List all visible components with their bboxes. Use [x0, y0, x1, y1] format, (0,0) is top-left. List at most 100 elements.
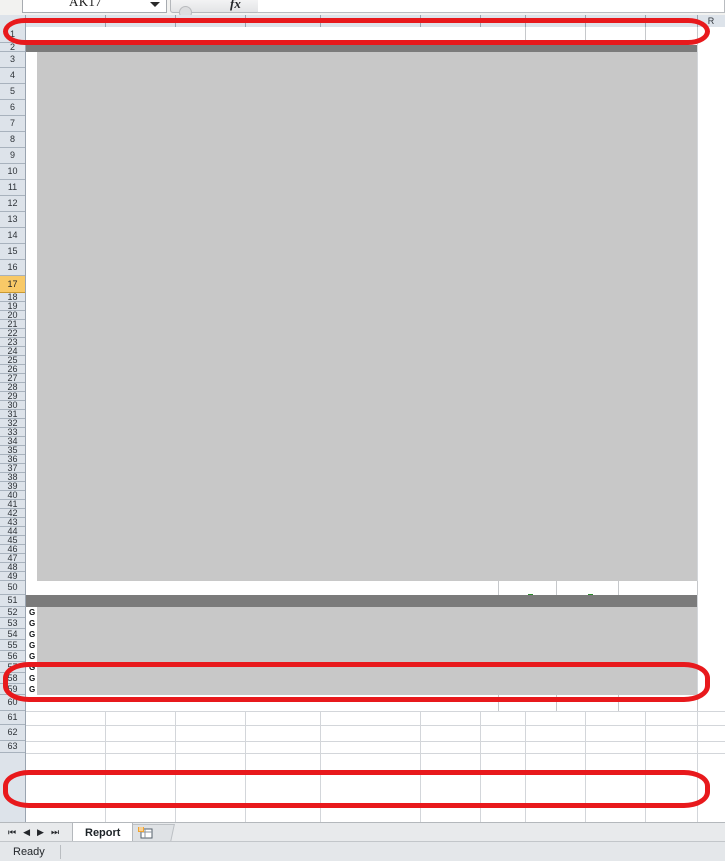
- row-header[interactable]: 32: [0, 419, 25, 428]
- insert-function-icon[interactable]: fx: [230, 0, 241, 12]
- column-header[interactable]: [480, 15, 525, 27]
- row-header[interactable]: 16: [0, 260, 25, 276]
- marker-cell[interactable]: G: [29, 630, 35, 639]
- marker-cell[interactable]: G: [29, 641, 35, 650]
- row-header[interactable]: 27: [0, 374, 25, 383]
- report-row-50-band[interactable]: [26, 581, 697, 595]
- select-all-corner[interactable]: [0, 15, 26, 27]
- name-box[interactable]: AK17: [22, 0, 167, 13]
- column-header[interactable]: [420, 15, 480, 27]
- row-header[interactable]: 9: [0, 148, 25, 164]
- row-header[interactable]: 31: [0, 410, 25, 419]
- row-header[interactable]: 2: [0, 43, 25, 52]
- nav-first-icon[interactable]: ⏮: [8, 828, 16, 837]
- row-header[interactable]: 18: [0, 293, 25, 302]
- row-header[interactable]: 3: [0, 52, 25, 68]
- row-header[interactable]: 22: [0, 329, 25, 338]
- row-header[interactable]: 60: [0, 695, 25, 711]
- row-header[interactable]: 33: [0, 428, 25, 437]
- column-header[interactable]: [245, 15, 320, 27]
- marker-cell[interactable]: G: [29, 619, 35, 628]
- row-header[interactable]: 62: [0, 725, 25, 741]
- marker-cell[interactable]: G: [29, 685, 35, 694]
- row-header[interactable]: 52: [0, 607, 25, 618]
- row-header[interactable]: 54: [0, 629, 25, 640]
- row-header[interactable]: 56: [0, 651, 25, 662]
- marker-cell[interactable]: G: [29, 674, 35, 683]
- row-header[interactable]: 7: [0, 116, 25, 132]
- column-header[interactable]: R: [697, 15, 725, 27]
- row-header[interactable]: 53: [0, 618, 25, 629]
- row-header[interactable]: 41: [0, 500, 25, 509]
- sheet-nav-buttons[interactable]: ⏮ ◀ ▶ ⏭: [4, 825, 68, 840]
- row-header[interactable]: 44: [0, 527, 25, 536]
- row-header[interactable]: 49: [0, 572, 25, 581]
- row-header[interactable]: 50: [0, 581, 25, 595]
- row-header[interactable]: 19: [0, 302, 25, 311]
- row-header[interactable]: 23: [0, 338, 25, 347]
- sheet-tab-report[interactable]: Report: [72, 823, 134, 842]
- row-header[interactable]: 17: [0, 276, 25, 293]
- formula-input[interactable]: [258, 0, 725, 13]
- row-header[interactable]: 58: [0, 673, 25, 684]
- row-header[interactable]: 43: [0, 518, 25, 527]
- report-row-1-band[interactable]: [26, 27, 725, 43]
- column-header[interactable]: [645, 15, 697, 27]
- row-header[interactable]: 45: [0, 536, 25, 545]
- row-header[interactable]: 20: [0, 311, 25, 320]
- row-header[interactable]: 38: [0, 473, 25, 482]
- row-header[interactable]: 35: [0, 446, 25, 455]
- column-header[interactable]: [175, 15, 245, 27]
- nav-prev-icon[interactable]: ◀: [23, 828, 30, 837]
- column-header[interactable]: [585, 15, 645, 27]
- row-header[interactable]: 11: [0, 180, 25, 196]
- insert-worksheet-icon[interactable]: [138, 827, 154, 840]
- marker-cell[interactable]: G: [29, 663, 35, 672]
- row-header[interactable]: 13: [0, 212, 25, 228]
- row-header[interactable]: 39: [0, 482, 25, 491]
- row-header[interactable]: 26: [0, 365, 25, 374]
- row-header[interactable]: 55: [0, 640, 25, 651]
- marker-cell[interactable]: G: [29, 608, 35, 617]
- row-header[interactable]: 59: [0, 684, 25, 695]
- column-header[interactable]: [26, 15, 105, 27]
- marker-cell[interactable]: G: [29, 652, 35, 661]
- row-header[interactable]: 48: [0, 563, 25, 572]
- row-header[interactable]: 8: [0, 132, 25, 148]
- row-header[interactable]: 40: [0, 491, 25, 500]
- row-header[interactable]: 51: [0, 595, 25, 607]
- row-header[interactable]: 47: [0, 554, 25, 563]
- row-header[interactable]: 46: [0, 545, 25, 554]
- row-header[interactable]: 15: [0, 244, 25, 260]
- row-header[interactable]: 57: [0, 662, 25, 673]
- row-header[interactable]: 10: [0, 164, 25, 180]
- row-header[interactable]: 36: [0, 455, 25, 464]
- column-header[interactable]: [525, 15, 585, 27]
- row-header[interactable]: 21: [0, 320, 25, 329]
- row-header[interactable]: 28: [0, 383, 25, 392]
- column-header[interactable]: [320, 15, 420, 27]
- row-header[interactable]: 24: [0, 347, 25, 356]
- worksheet-grid[interactable]: GGGGGGGG 1 2 3 4 5 6 7 8 9 10 11 12 13 14 15 16 17 18 19 20…: [0, 27, 725, 822]
- row-header[interactable]: 37: [0, 464, 25, 473]
- row-header[interactable]: 25: [0, 356, 25, 365]
- row-header[interactable]: 4: [0, 68, 25, 84]
- row-header[interactable]: 42: [0, 509, 25, 518]
- row-header[interactable]: 6: [0, 100, 25, 116]
- cell-divider: [697, 27, 698, 43]
- row-header[interactable]: 1: [0, 27, 25, 43]
- column-header[interactable]: [105, 15, 175, 27]
- row-header[interactable]: 63: [0, 741, 25, 753]
- formula-bar-buttons[interactable]: [170, 0, 260, 15]
- row-header[interactable]: 29: [0, 392, 25, 401]
- nav-last-icon[interactable]: ⏭: [51, 828, 59, 837]
- row-header[interactable]: 61: [0, 711, 25, 725]
- nav-next-icon[interactable]: ▶: [37, 828, 44, 837]
- row-header[interactable]: 14: [0, 228, 25, 244]
- row-header[interactable]: 5: [0, 84, 25, 100]
- chevron-down-icon[interactable]: [150, 2, 160, 7]
- row-header[interactable]: 34: [0, 437, 25, 446]
- row-header[interactable]: 12: [0, 196, 25, 212]
- row-header[interactable]: 30: [0, 401, 25, 410]
- report-row-60-band[interactable]: [26, 695, 697, 711]
